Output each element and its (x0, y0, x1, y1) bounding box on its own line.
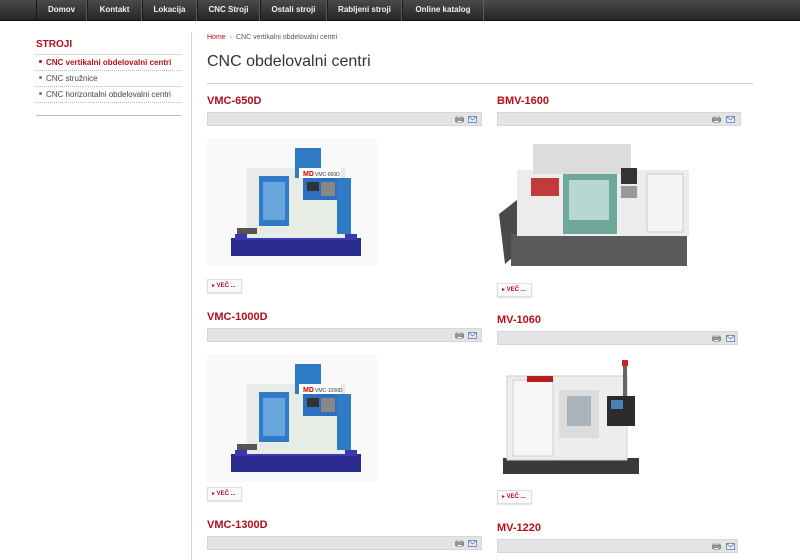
product-card-mv-1220: MV-1220 (497, 522, 738, 553)
sidebar-bottom-rule (36, 115, 181, 116)
breadcrumb-current: CNC vertikalni obdelovalni centri (236, 34, 338, 41)
machine-image-vmc-650d[interactable]: MD VMC-650D (207, 138, 377, 266)
email-icon[interactable] (468, 332, 477, 339)
product-toolbar (207, 536, 482, 550)
sidebar-item-cnc-horizontalni[interactable]: CNC horizontalni obdelovalni centri (36, 87, 181, 103)
email-icon[interactable] (726, 543, 735, 550)
product-toolbar (497, 331, 738, 345)
machine-brand-label: MD (303, 171, 314, 178)
breadcrumb-home-link[interactable]: Home (207, 34, 226, 41)
sidebar-item-cnc-struznice[interactable]: CNC stružnice (36, 71, 181, 87)
sidebar-item-label: CNC horizontalni obdelovalni centri (46, 90, 171, 99)
breadcrumb: Home › CNC vertikalni obdelovalni centri (207, 34, 337, 41)
bullet-icon (39, 76, 42, 80)
machine-image-vmc-1000d[interactable]: MD VMC-1000D (207, 354, 377, 482)
more-button[interactable]: ▸ VEČ ... (207, 279, 242, 293)
bullet-icon (39, 92, 42, 96)
product-title[interactable]: VMC-1300D (207, 519, 268, 531)
machine-image-bmv-1600[interactable] (497, 134, 691, 272)
top-navigation: Domov Kontakt Lokacija CNC Stroji Ostali… (0, 0, 800, 21)
product-toolbar (207, 112, 482, 126)
column-divider (191, 32, 192, 560)
product-card-bmv-1600: BMV-1600 ▸ VEČ ... (497, 95, 741, 297)
product-title[interactable]: MV-1220 (497, 522, 541, 534)
product-card-vmc-1300d: VMC-1300D (207, 519, 482, 550)
product-title[interactable]: MV-1060 (497, 314, 541, 326)
email-icon[interactable] (726, 116, 735, 123)
product-card-mv-1060: MV-1060 ▸ VEČ ... (497, 314, 738, 504)
email-icon[interactable] (468, 540, 477, 547)
machine-model-label: VMC-1000D (315, 388, 343, 394)
sidebar-item-cnc-vertikalni[interactable]: CNC vertikalni obdelovalni centri (36, 55, 181, 71)
print-icon[interactable] (455, 332, 464, 339)
more-button[interactable]: ▸ VEČ ... (497, 490, 532, 504)
sidebar-item-label: CNC stružnice (46, 74, 98, 83)
email-icon[interactable] (726, 335, 735, 342)
nav-ostali-stroji[interactable]: Ostali stroji (260, 0, 327, 21)
nav-menu: Domov Kontakt Lokacija CNC Stroji Ostali… (36, 0, 484, 21)
product-card-vmc-1000d: VMC-1000D MD VMC-1000D ▸ VEČ ... (207, 311, 482, 501)
product-toolbar (497, 112, 741, 126)
nav-kontakt[interactable]: Kontakt (87, 0, 142, 21)
product-title[interactable]: BMV-1600 (497, 95, 549, 107)
product-title[interactable]: VMC-1000D (207, 311, 268, 323)
product-toolbar (497, 539, 738, 553)
more-button[interactable]: ▸ VEČ ... (497, 283, 532, 297)
sidebar-item-label: CNC vertikalni obdelovalni centri (46, 58, 172, 67)
product-card-vmc-650d: VMC-650D MD VMC-650D ▸ VEČ ... (207, 95, 482, 293)
machine-brand-label: MD (303, 387, 314, 394)
bullet-icon (39, 60, 42, 64)
nav-domov[interactable]: Domov (36, 0, 87, 21)
page-title: CNC obdelovalni centri (207, 53, 371, 70)
breadcrumb-separator: › (229, 34, 233, 41)
machine-model-label: VMC-650D (315, 172, 340, 178)
print-icon[interactable] (712, 335, 721, 342)
nav-lokacija[interactable]: Lokacija (142, 0, 197, 21)
email-icon[interactable] (468, 116, 477, 123)
print-icon[interactable] (712, 116, 721, 123)
product-title[interactable]: VMC-650D (207, 95, 261, 107)
sidebar-title: STROJI (36, 39, 73, 50)
print-icon[interactable] (712, 543, 721, 550)
nav-rabljeni-stroji[interactable]: Rabljeni stroji (327, 0, 402, 21)
title-divider (207, 83, 753, 84)
nav-online-katalog[interactable]: Online katalog (402, 0, 484, 21)
machine-image-mv-1060[interactable] (497, 356, 649, 482)
nav-cnc-stroji[interactable]: CNC Stroji (197, 0, 260, 21)
more-button[interactable]: ▸ VEČ ... (207, 487, 242, 501)
print-icon[interactable] (455, 540, 464, 547)
print-icon[interactable] (455, 116, 464, 123)
product-toolbar (207, 328, 482, 342)
sidebar: STROJI CNC vertikalni obdelovalni centri… (36, 39, 181, 116)
